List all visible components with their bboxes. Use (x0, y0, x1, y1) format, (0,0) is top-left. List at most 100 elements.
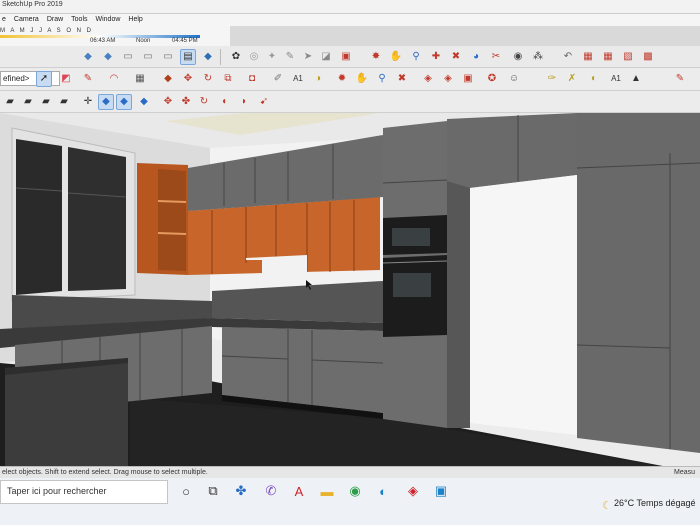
rotate-tool-icon[interactable]: ↻ (200, 71, 216, 87)
plugin-i-icon[interactable]: ▧ (620, 49, 636, 65)
solid-a-icon[interactable]: ▰ (2, 94, 18, 110)
follow-me-icon[interactable]: ◖ (216, 94, 232, 110)
xray-style-icon[interactable]: ▤ (180, 49, 196, 65)
model-info-icon[interactable]: ◪ (318, 49, 334, 65)
arc-tool-icon[interactable]: ◠ (106, 71, 122, 87)
move-copy-icon[interactable]: ✥ (160, 94, 176, 110)
plugin-k-icon[interactable]: ◈ (420, 71, 436, 87)
component-c-icon[interactable]: ◆ (136, 94, 152, 110)
top-view-icon[interactable]: ◆ (100, 49, 116, 65)
footprints-icon[interactable]: ⁂ (530, 49, 546, 65)
window-title: SketchUp Pro 2019 (2, 1, 63, 8)
extension-icon[interactable]: ✦ (264, 49, 280, 65)
weather-text[interactable]: 26°C Temps dégagé (614, 498, 696, 508)
toolbar-views: ◆ ◆ ▭ ▭ ▭ ▤ ◆ ✿ ◎ ✦ ✎ ➤ ◪ ▣ ✸ ✋ ⚲ ✚ ✖ ◕ … (0, 46, 700, 68)
line-tool-icon[interactable]: ✎ (80, 71, 96, 87)
chrome-icon[interactable]: ◉ (346, 482, 364, 500)
back-view-icon[interactable]: ▭ (160, 49, 176, 65)
ruby-icon[interactable]: ▣ (338, 49, 354, 65)
menu-draw[interactable]: Draw (47, 14, 63, 26)
menu-camera[interactable]: Camera (14, 14, 39, 26)
plugin-l-icon[interactable]: ◈ (440, 71, 456, 87)
magnify-icon[interactable]: ⚲ (408, 49, 424, 65)
solid-b-icon[interactable]: ▰ (20, 94, 36, 110)
select-tool-icon[interactable]: ➚ (36, 71, 52, 87)
plugin-j-icon[interactable]: ▩ (640, 49, 656, 65)
plugin-n-icon[interactable]: ✪ (484, 71, 500, 87)
iso-view-icon[interactable]: ◆ (80, 49, 96, 65)
model-viewport[interactable] (0, 113, 700, 468)
kitchen-model (0, 113, 700, 468)
shape-tool-icon[interactable]: ▦ (132, 71, 148, 87)
axes-icon[interactable]: ✛ (80, 94, 96, 110)
send-icon[interactable]: ➤ (300, 49, 316, 65)
warehouse-icon[interactable]: ✿ (228, 49, 244, 65)
toolbar-solid: ▰ ▰ ▰ ▰ ✛ ◆ ◆ ◆ ✥ ✤ ↻ ◖ ◗ ➹ (0, 91, 700, 113)
measurements-label: Measu (674, 469, 696, 476)
share-icon[interactable]: ◎ (246, 49, 262, 65)
shadow-time-end: 04:45 PM (172, 38, 198, 44)
right-view-icon[interactable]: ▭ (140, 49, 156, 65)
orbit-icon[interactable]: ✹ (334, 71, 350, 87)
shaded-style-icon[interactable]: ◆ (200, 49, 216, 65)
push-pull-icon[interactable]: ◆ (160, 71, 176, 87)
separator (220, 49, 221, 65)
viber-icon[interactable]: ✆ (262, 482, 280, 500)
solid-c-icon[interactable]: ▰ (38, 94, 54, 110)
section-plane-icon[interactable]: ▲ (628, 71, 644, 87)
zoom-icon[interactable]: ⚲ (374, 71, 390, 87)
task-view-icon[interactable]: ⧉ (204, 482, 222, 500)
component-a-icon[interactable]: ◆ (98, 94, 114, 110)
edge-icon[interactable]: ◐ (374, 482, 392, 500)
plugin-m-icon[interactable]: ▣ (460, 71, 476, 87)
plugin-f-icon[interactable]: ✂ (488, 49, 504, 65)
plugin-b-icon[interactable]: ✋ (388, 49, 404, 65)
plugin-s-icon[interactable]: ➹ (256, 94, 272, 110)
plugin-g-icon[interactable]: ▦ (580, 49, 596, 65)
style-dropdown-value: efined> (3, 74, 30, 83)
plugin-a-icon[interactable]: ✸ (368, 49, 384, 65)
plugin-q-icon[interactable]: ◐ (586, 71, 602, 87)
file-explorer-icon[interactable]: ▬ (318, 482, 336, 500)
cortana-icon[interactable]: ○ (177, 482, 195, 500)
photos-icon[interactable]: ▣ (432, 482, 450, 500)
eye-icon[interactable]: ◉ (510, 49, 526, 65)
menu-tools[interactable]: Tools (71, 14, 87, 26)
paint-bucket-icon[interactable]: ◑ (310, 71, 326, 87)
text-tool-icon[interactable]: A1 (290, 71, 306, 87)
offset-tool-icon[interactable]: ◘ (244, 71, 260, 87)
plugin-o-icon[interactable]: ✑ (544, 71, 560, 87)
pencil-icon[interactable]: ✎ (672, 71, 688, 87)
menu-help[interactable]: Help (128, 14, 142, 26)
shadow-months[interactable]: M A M J J A S O N D (0, 28, 93, 34)
app-store-icon[interactable]: ✤ (232, 482, 250, 500)
user-icon[interactable]: ☺ (506, 71, 522, 87)
taskbar-search-box[interactable]: Taper ici pour rechercher (0, 480, 168, 504)
pan-icon[interactable]: ✋ (354, 71, 370, 87)
tape-measure-icon[interactable]: ✐ (270, 71, 286, 87)
plugin-c-icon[interactable]: ✚ (428, 49, 444, 65)
plugin-r-icon[interactable]: ◗ (236, 94, 252, 110)
rotate-copy-icon[interactable]: ↻ (196, 94, 212, 110)
component-b-icon[interactable]: ◆ (116, 94, 132, 110)
plugin-d-icon[interactable]: ✖ (448, 49, 464, 65)
acrobat-icon[interactable]: A (290, 482, 308, 500)
solid-d-icon[interactable]: ▰ (56, 94, 72, 110)
move-tool-icon[interactable]: ✥ (180, 71, 196, 87)
flip-icon[interactable]: ✤ (178, 94, 194, 110)
layout-icon[interactable]: ✎ (282, 49, 298, 65)
menu-window[interactable]: Window (96, 14, 121, 26)
dimension-icon[interactable]: A1 (608, 71, 624, 87)
zoom-extents-icon[interactable]: ✖ (394, 71, 410, 87)
eraser-tool-icon[interactable]: ◩ (58, 71, 74, 87)
shadow-time-start: 06:43 AM (90, 38, 116, 44)
plugin-h-icon[interactable]: ▦ (600, 49, 616, 65)
sketchup-taskbar-icon[interactable]: ◈ (404, 482, 422, 500)
menu-edit[interactable]: e (2, 14, 6, 26)
undo-icon[interactable]: ↶ (560, 49, 576, 65)
plugin-e-icon[interactable]: ◕ (468, 49, 484, 65)
plugin-p-icon[interactable]: ✗ (564, 71, 580, 87)
status-bar: elect objects. Shift to extend select. D… (0, 466, 700, 478)
scale-tool-icon[interactable]: ⧉ (220, 71, 236, 87)
front-view-icon[interactable]: ▭ (120, 49, 136, 65)
